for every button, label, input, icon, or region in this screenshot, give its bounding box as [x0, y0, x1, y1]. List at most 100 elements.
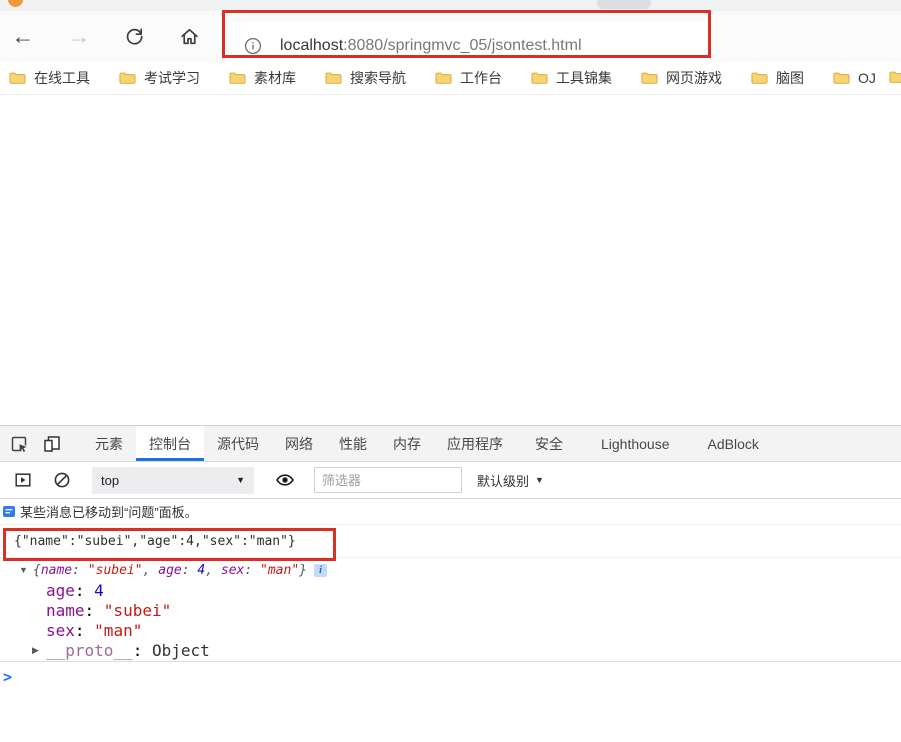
- bookmark-folder[interactable]: 工具锦集: [531, 68, 612, 88]
- collapse-triangle-icon[interactable]: ▼: [19, 565, 33, 575]
- folder-icon: [435, 71, 452, 85]
- tab-favicon: [8, 0, 23, 7]
- object-property-row: age: 4: [0, 580, 901, 600]
- tab-lighthouse[interactable]: Lighthouse: [582, 426, 689, 461]
- page-info-icon[interactable]: [244, 37, 262, 55]
- console-filter-input[interactable]: [314, 467, 462, 493]
- bookmarks-bar: 在线工具 考试学习 素材库 搜索导航 工作台 工具锦集 网页游戏 脑图: [0, 62, 901, 95]
- bookmark-folder[interactable]: 工作台: [435, 68, 502, 88]
- bookmark-label: 素材库: [254, 68, 296, 88]
- context-value: top: [101, 473, 119, 488]
- tab-memory[interactable]: 内存: [380, 426, 434, 461]
- bookmark-folder[interactable]: 考试学习: [119, 68, 200, 88]
- refresh-button[interactable]: [119, 11, 149, 62]
- prop-value: "subei": [104, 601, 171, 620]
- inspect-cursor-icon: [9, 434, 29, 454]
- notice-text: 某些消息已移动到“问题”面板。: [20, 502, 198, 521]
- tab-network[interactable]: 网络: [272, 426, 326, 461]
- object-property-row: name: "subei": [0, 600, 901, 620]
- bookmark-label: 工具锦集: [556, 68, 612, 88]
- url-text: localhost:8080/springmvc_05/jsontest.htm…: [280, 37, 582, 55]
- console-object-block: ▼ {name: "subei", age: 4, sex: "man"} i …: [0, 558, 901, 662]
- devtools-panel: 元素 控制台 源代码 网络 性能 内存 应用程序 安全 Lighthouse A…: [0, 425, 901, 742]
- console-log-row: {"name":"subei","age":4,"sex":"man"}: [0, 525, 901, 558]
- folder-icon: [325, 71, 342, 85]
- json-output: {"name":"subei","age":4,"sex":"man"}: [14, 534, 296, 549]
- bookmark-folder[interactable]: 搜索导航: [325, 68, 406, 88]
- home-icon: [179, 26, 200, 47]
- object-preview: {name: "subei", age: 4, sex: "man"}: [33, 563, 307, 578]
- bookmark-folder[interactable]: OJ: [833, 70, 876, 86]
- tab-console[interactable]: 控制台: [136, 426, 204, 461]
- page-content: [0, 96, 901, 425]
- console-context-selector[interactable]: top ▼: [92, 467, 254, 494]
- folder-icon: [531, 71, 548, 85]
- live-expression-button[interactable]: [268, 470, 301, 490]
- tab-adblock[interactable]: AdBlock: [689, 426, 778, 461]
- refresh-icon: [124, 26, 145, 47]
- proto-key: __proto__: [46, 641, 133, 660]
- log-level-label: 默认级别: [477, 471, 529, 490]
- bookmark-folder[interactable]: 脑图: [751, 68, 804, 88]
- clear-console-icon: [53, 471, 71, 489]
- bookmark-folder[interactable]: 网页游戏: [641, 68, 722, 88]
- folder-icon: [641, 71, 658, 85]
- url-path: :8080/springmvc_05/jsontest.html: [343, 37, 581, 54]
- tab-security[interactable]: 安全: [516, 426, 582, 461]
- tab-application[interactable]: 应用程序: [434, 426, 516, 461]
- screen: ← → localhost:8080/springmvc_05/jsontest…: [0, 0, 901, 742]
- bookmark-label: OJ: [858, 70, 876, 86]
- bookmark-folder-partial[interactable]: [889, 70, 901, 89]
- prop-key: age: [46, 581, 75, 600]
- object-preview-row: ▼ {name: "subei", age: 4, sex: "man"} i: [0, 560, 901, 580]
- prompt-chevron-icon: >: [3, 668, 12, 686]
- bookmark-label: 网页游戏: [666, 68, 722, 88]
- console-sidebar-toggle[interactable]: [6, 471, 39, 489]
- back-button[interactable]: ←: [8, 11, 38, 62]
- folder-icon: [9, 71, 26, 85]
- value-info-icon[interactable]: i: [314, 564, 327, 577]
- tab-sources[interactable]: 源代码: [204, 426, 272, 461]
- devtools-tabs: 元素 控制台 源代码 网络 性能 内存 应用程序 安全 Lighthouse A…: [82, 426, 778, 461]
- back-icon: ←: [12, 25, 35, 48]
- device-toolbar-button[interactable]: [35, 426, 68, 461]
- bookmark-folder[interactable]: 素材库: [229, 68, 296, 88]
- device-toolbar-icon: [42, 434, 62, 454]
- expand-triangle-icon[interactable]: ▶: [32, 645, 46, 656]
- log-level-dropdown[interactable]: 默认级别 ▼: [477, 471, 544, 490]
- forward-icon: →: [68, 25, 91, 48]
- folder-icon: [889, 70, 901, 84]
- clear-console-button[interactable]: [45, 471, 78, 489]
- eye-icon: [275, 470, 295, 490]
- prop-key: name: [46, 601, 85, 620]
- folder-icon: [119, 71, 136, 85]
- proto-value: Object: [152, 641, 210, 660]
- bookmark-label: 脑图: [776, 68, 804, 88]
- browser-tab-strip: [0, 0, 901, 11]
- tab-performance[interactable]: 性能: [326, 426, 380, 461]
- folder-icon: [751, 71, 768, 85]
- tab-elements[interactable]: 元素: [82, 426, 136, 461]
- browser-toolbar: ← → localhost:8080/springmvc_05/jsontest…: [0, 11, 901, 62]
- bookmark-folder[interactable]: 在线工具: [9, 68, 90, 88]
- bookmark-label: 考试学习: [144, 68, 200, 88]
- forward-button[interactable]: →: [64, 11, 94, 62]
- devtools-tab-bar: 元素 控制台 源代码 网络 性能 内存 应用程序 安全 Lighthouse A…: [0, 426, 901, 462]
- object-property-row: sex: "man": [0, 620, 901, 640]
- console-toolbar: top ▼ 默认级别 ▼: [0, 462, 901, 499]
- home-button[interactable]: [174, 11, 204, 62]
- browser-tab[interactable]: [597, 0, 651, 9]
- bookmark-label: 搜索导航: [350, 68, 406, 88]
- folder-icon: [833, 71, 850, 85]
- chevron-down-icon: ▼: [535, 475, 544, 485]
- issues-icon[interactable]: [3, 506, 15, 518]
- console-prompt-row[interactable]: >: [0, 662, 901, 687]
- console-notice-row: 某些消息已移动到“问题”面板。: [0, 499, 901, 525]
- bookmark-label: 工作台: [460, 68, 502, 88]
- sidebar-toggle-icon: [14, 471, 32, 489]
- bookmark-label: 在线工具: [34, 68, 90, 88]
- chevron-down-icon: ▼: [236, 475, 245, 485]
- prop-value: "man": [94, 621, 142, 640]
- inspect-element-button[interactable]: [2, 426, 35, 461]
- console-messages: 某些消息已移动到“问题”面板。 {"name":"subei","age":4,…: [0, 499, 901, 687]
